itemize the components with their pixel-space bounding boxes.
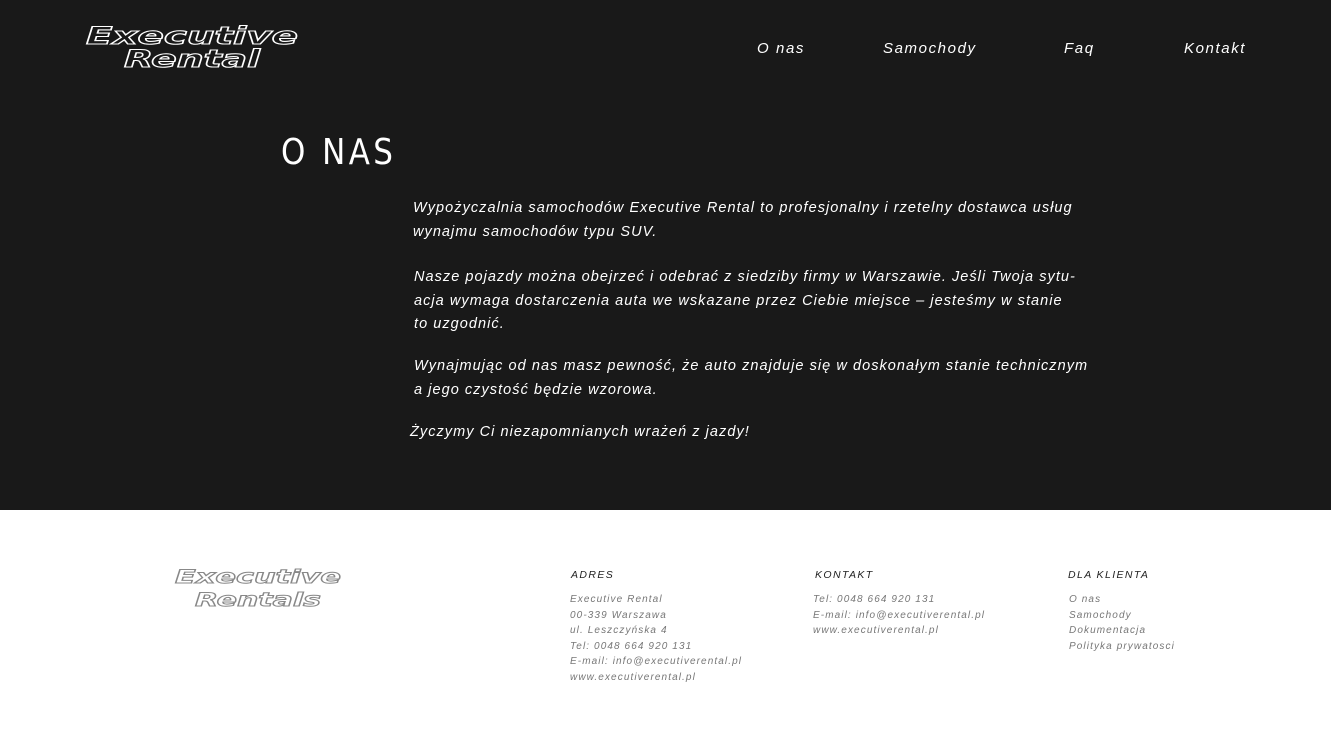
header-logo[interactable]: Executive Rental [84, 21, 299, 73]
footer-address-line: 00-339 Warszawa [570, 609, 667, 621]
footer-address-line: www.executiverental.pl [570, 671, 696, 683]
footer-contact-heading: KONTAKT [815, 569, 874, 581]
about-paragraph-2-line: to uzgodnić. [414, 316, 505, 332]
footer-contact-website: www.executiverental.pl [813, 625, 939, 637]
page-title: O NAS [281, 132, 397, 173]
footer-logo[interactable]: Executive Rentals [174, 566, 342, 612]
about-paragraph-3: Wynajmując od nas masz pewność, że auto … [414, 355, 1088, 402]
footer-link-polityka-prywatnosci[interactable]: Polityka prywatosci [1069, 639, 1175, 655]
about-paragraph-1-line: Wypożyczalnia samochodów Executive Renta… [413, 200, 1073, 216]
footer-address-line: Executive Rental [570, 594, 663, 605]
nav-link-kontakt[interactable]: Kontakt [1184, 40, 1246, 57]
footer-address-line: Tel: 0048 664 920 131 [570, 640, 693, 652]
header-logo-line2: Rental [124, 45, 261, 73]
about-section: Executive Rental O nas Samochody Faq Kon… [0, 0, 1331, 510]
nav-link-samochody[interactable]: Samochody [883, 40, 977, 57]
about-paragraph-2-line: Nasze pojazdy można obejrzeć i odebrać z… [414, 269, 1076, 285]
footer-contact-phone: Tel: 0048 664 920 131 [813, 594, 936, 605]
footer-link-o-nas[interactable]: O nas [1069, 592, 1175, 608]
footer-client-list: O nas Samochody Dokumentacja Polityka pr… [1069, 592, 1175, 654]
about-paragraph-3-line: Wynajmując od nas masz pewność, że auto … [414, 358, 1089, 374]
about-paragraph-4: Życzymy Ci niezapomnianych wrażeń z jazd… [410, 424, 750, 440]
footer-logo-line1: Executive [175, 566, 341, 588]
about-paragraph-3-line: a jego czystość będzie wzorowa. [414, 381, 658, 398]
footer-contact-email: E-mail: info@executiverental.pl [813, 609, 986, 621]
footer-address-list: Executive Rental 00-339 Warszawa ul. Les… [570, 592, 742, 686]
about-paragraph-2: Nasze pojazdy można obejrzeć i odebrać z… [414, 266, 1076, 337]
footer-contact-list: Tel: 0048 664 920 131 E-mail: info@execu… [813, 592, 985, 639]
footer-client-heading: DLA KLIENTA [1068, 569, 1150, 581]
about-paragraph-2-line: acja wymaga dostarczenia auta we wskazan… [414, 292, 1063, 309]
footer-link-dokumentacja[interactable]: Dokumentacja [1069, 623, 1175, 639]
footer-address-line: ul. Leszczyńska 4 [570, 625, 668, 637]
footer-address-line: E-mail: info@executiverental.pl [570, 656, 743, 668]
nav-link-faq[interactable]: Faq [1064, 40, 1095, 57]
footer-logo-line2: Rentals [195, 589, 321, 611]
about-paragraph-1-line: wynajmu samochodów typu SUV. [413, 223, 658, 240]
footer-address-heading: ADRES [571, 569, 615, 581]
about-paragraph-1: Wypożyczalnia samochodów Executive Renta… [413, 197, 1073, 244]
footer-link-samochody[interactable]: Samochody [1069, 608, 1175, 624]
nav-link-o-nas[interactable]: O nas [757, 40, 805, 57]
